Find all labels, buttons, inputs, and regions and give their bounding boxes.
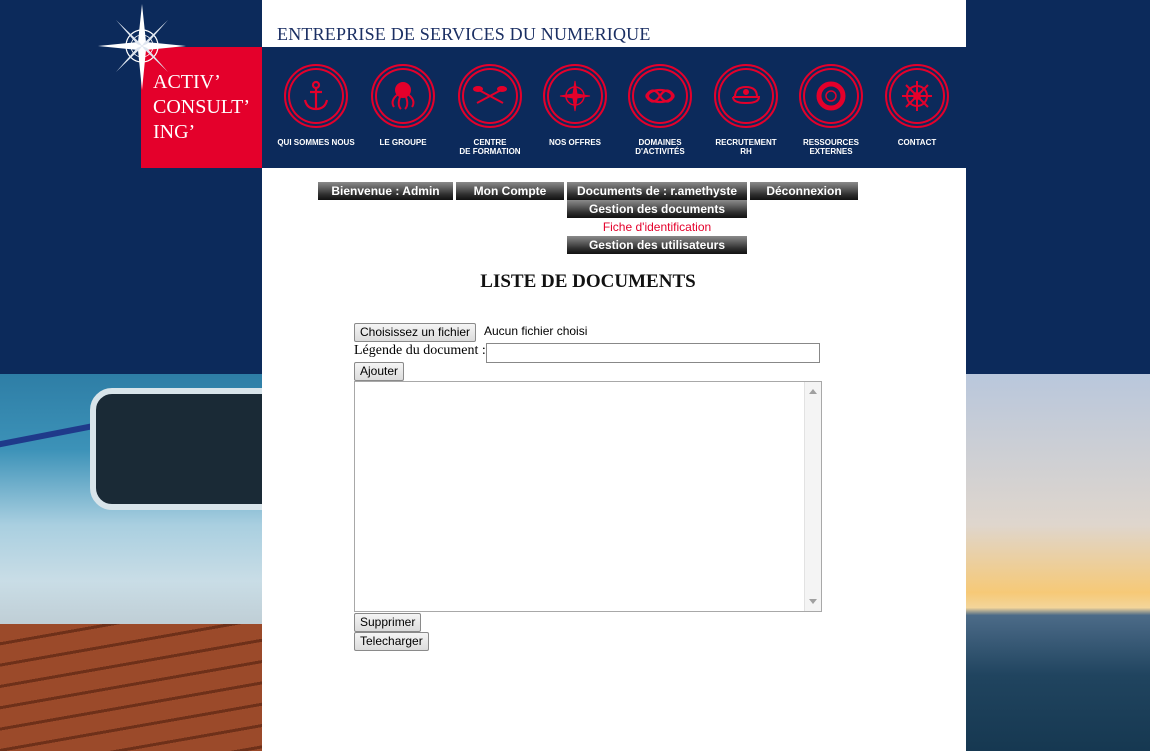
legend-input[interactable] — [486, 343, 820, 363]
lifebuoy-icon — [799, 64, 863, 128]
nav-label: CENTRE DE FORMATION — [447, 138, 533, 156]
logo-line: ACTIV’ — [153, 70, 250, 95]
scroll-down-icon[interactable] — [809, 599, 817, 604]
logo-text: ACTIV’ CONSULT’ ING’ — [153, 70, 250, 145]
logo-line: ING’ — [153, 120, 250, 145]
deck-decor — [0, 624, 262, 751]
welcome-button[interactable]: Bienvenue : Admin — [318, 182, 453, 200]
nav-label: DOMAINES D'ACTIVITÉS — [617, 138, 703, 156]
account-button[interactable]: Mon Compte — [456, 182, 564, 200]
octopus-icon — [371, 64, 435, 128]
nav-domaines-activites[interactable]: DOMAINES D'ACTIVITÉS — [617, 64, 703, 156]
nav-label: RECRUTEMENT RH — [703, 138, 789, 156]
logo-line: CONSULT’ — [153, 95, 250, 120]
id-sheet-link[interactable]: Fiche d'identification — [567, 220, 747, 234]
anchor-icon — [284, 64, 348, 128]
nav-le-groupe[interactable]: LE GROUPE — [360, 64, 446, 147]
delete-button[interactable]: Supprimer — [354, 613, 421, 632]
nav-qui-sommes-nous[interactable]: QUI SOMMES NOUS — [273, 64, 359, 147]
nav-label: CONTACT — [874, 138, 960, 147]
sea-photo-right — [966, 374, 1150, 751]
nav-label: LE GROUPE — [360, 138, 446, 147]
oars-icon — [458, 64, 522, 128]
company-tagline: ENTREPRISE DE SERVICES DU NUMERIQUE — [277, 24, 651, 45]
documents-menu-button[interactable]: Documents de : r.amethyste — [567, 182, 747, 200]
add-button[interactable]: Ajouter — [354, 362, 404, 381]
boat-photo-left — [0, 374, 262, 751]
document-list[interactable] — [354, 381, 822, 612]
captain-hat-icon — [714, 64, 778, 128]
download-button[interactable]: Telecharger — [354, 632, 429, 651]
porthole-decor — [90, 388, 262, 510]
nav-recrutement-rh[interactable]: RECRUTEMENT RH — [703, 64, 789, 156]
ship-wheel-icon — [885, 64, 949, 128]
manage-users-item[interactable]: Gestion des utilisateurs — [567, 236, 747, 254]
knot-icon — [628, 64, 692, 128]
nav-ressources-externes[interactable]: RESSOURCES EXTERNES — [788, 64, 874, 156]
document-list-scrollbar[interactable] — [804, 382, 821, 611]
manage-documents-item[interactable]: Gestion des documents — [567, 200, 747, 218]
page-title: LISTE DE DOCUMENTS — [262, 271, 914, 293]
scroll-up-icon[interactable] — [809, 389, 817, 394]
choose-file-button[interactable]: Choisissez un fichier — [354, 323, 476, 342]
logout-button[interactable]: Déconnexion — [750, 182, 858, 200]
nav-label: RESSOURCES EXTERNES — [788, 138, 874, 156]
compass-rose-icon — [543, 64, 607, 128]
file-status-text: Aucun fichier choisi — [484, 324, 587, 338]
legend-label: Légende du document : — [354, 343, 486, 359]
nav-label: QUI SOMMES NOUS — [273, 138, 359, 147]
nav-centre-de-formation[interactable]: CENTRE DE FORMATION — [447, 64, 533, 156]
nav-nos-offres[interactable]: NOS OFFRES — [532, 64, 618, 147]
nav-label: NOS OFFRES — [532, 138, 618, 147]
nav-contact[interactable]: CONTACT — [874, 64, 960, 147]
